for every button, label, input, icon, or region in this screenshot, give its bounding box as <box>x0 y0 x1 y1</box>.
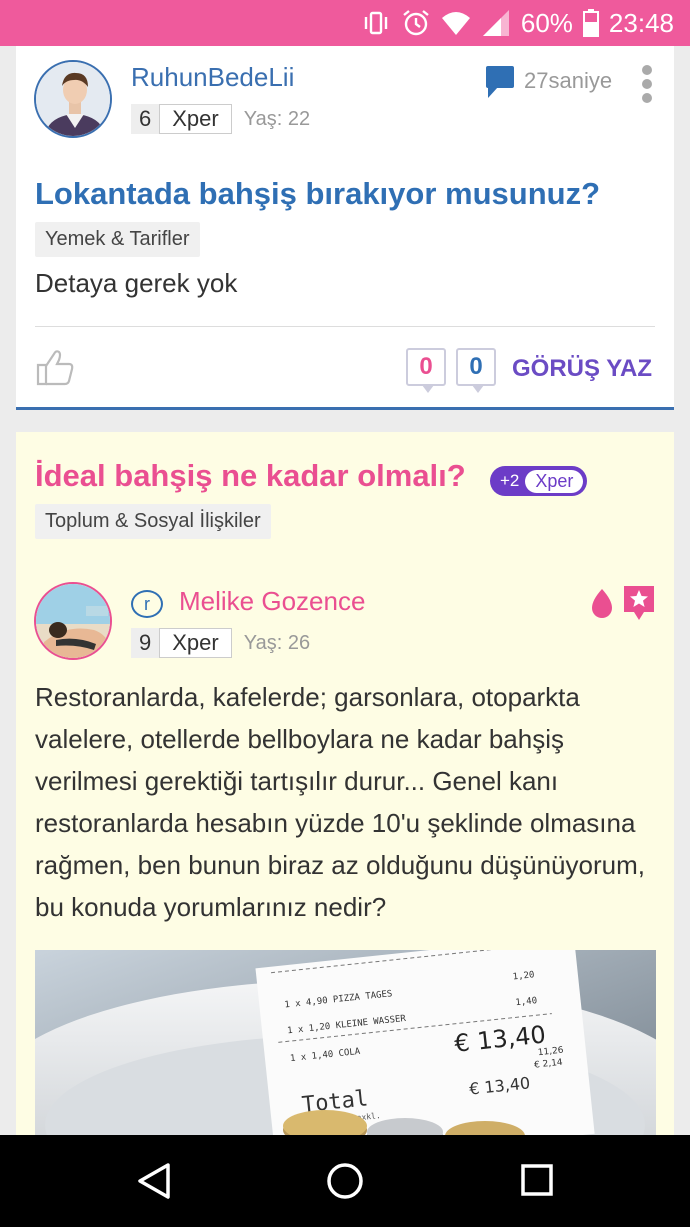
home-icon[interactable] <box>325 1161 365 1201</box>
xper-bonus-badge: +2 Xper <box>490 466 588 496</box>
time-ago: 27saniye <box>524 68 613 93</box>
answer-count-blue: 0 <box>456 348 496 393</box>
status-bar: 60% 23:48 <box>0 0 690 46</box>
question-body: Restoranlarda, kafelerde; garsonlara, ot… <box>35 682 645 922</box>
like-icon[interactable] <box>36 348 74 386</box>
clock: 23:48 <box>608 7 674 38</box>
signal-icon <box>482 10 509 36</box>
level-number: 6 <box>131 104 160 134</box>
question-title[interactable]: İdeal bahşiş ne kadar olmalı? <box>35 458 466 494</box>
category-tag[interactable]: Toplum & Sosyal İlişkiler <box>35 504 271 539</box>
battery-percent: 60% <box>520 7 573 38</box>
level-label: Xper <box>159 628 232 658</box>
avatar[interactable] <box>34 582 112 660</box>
user-age: Yaş: 26 <box>243 631 311 654</box>
question-title[interactable]: Lokantada bahşiş bırakıyor musunuz? <box>35 176 600 212</box>
answer-count-pink: 0 <box>406 348 446 393</box>
back-icon[interactable] <box>136 1161 172 1201</box>
write-opinion-button[interactable]: GÖRÜŞ YAZ <box>512 355 652 383</box>
navigation-bar <box>0 1135 690 1227</box>
vibrate-icon <box>364 11 388 35</box>
battery-icon <box>582 9 599 37</box>
user-level: 6 Xper Yaş: 22 <box>131 104 310 134</box>
avatar[interactable] <box>34 60 112 138</box>
receipt-photo[interactable]: 1 x 4,90 PIZZA TAGES 1,20 1 x 1,20 KLEIN… <box>35 950 656 1152</box>
question-card[interactable]: RuhunBedeLii 6 Xper Yaş: 22 27saniye Lok… <box>16 46 674 410</box>
user-level: 9 Xper Yaş: 26 <box>131 628 310 658</box>
star-badge-icon <box>624 586 654 620</box>
level-label: Xper <box>159 104 232 134</box>
username[interactable]: Melike Gozence <box>179 586 365 617</box>
category-tag[interactable]: Yemek & Tarifler <box>35 222 200 257</box>
r-badge-icon: r <box>131 590 163 618</box>
level-number: 9 <box>131 628 160 658</box>
alarm-icon <box>403 10 429 36</box>
recents-icon[interactable] <box>519 1161 555 1201</box>
question-card[interactable]: İdeal bahşiş ne kadar olmalı? +2 Xper To… <box>16 432 674 1152</box>
divider <box>35 326 655 327</box>
chat-bubble-icon <box>486 66 514 98</box>
question-description: Detaya gerek yok <box>35 268 238 298</box>
user-age: Yaş: 22 <box>243 107 311 130</box>
username[interactable]: RuhunBedeLii <box>131 62 294 93</box>
more-options-icon[interactable] <box>640 64 654 104</box>
fire-icon <box>592 589 612 618</box>
wifi-icon <box>441 12 470 35</box>
